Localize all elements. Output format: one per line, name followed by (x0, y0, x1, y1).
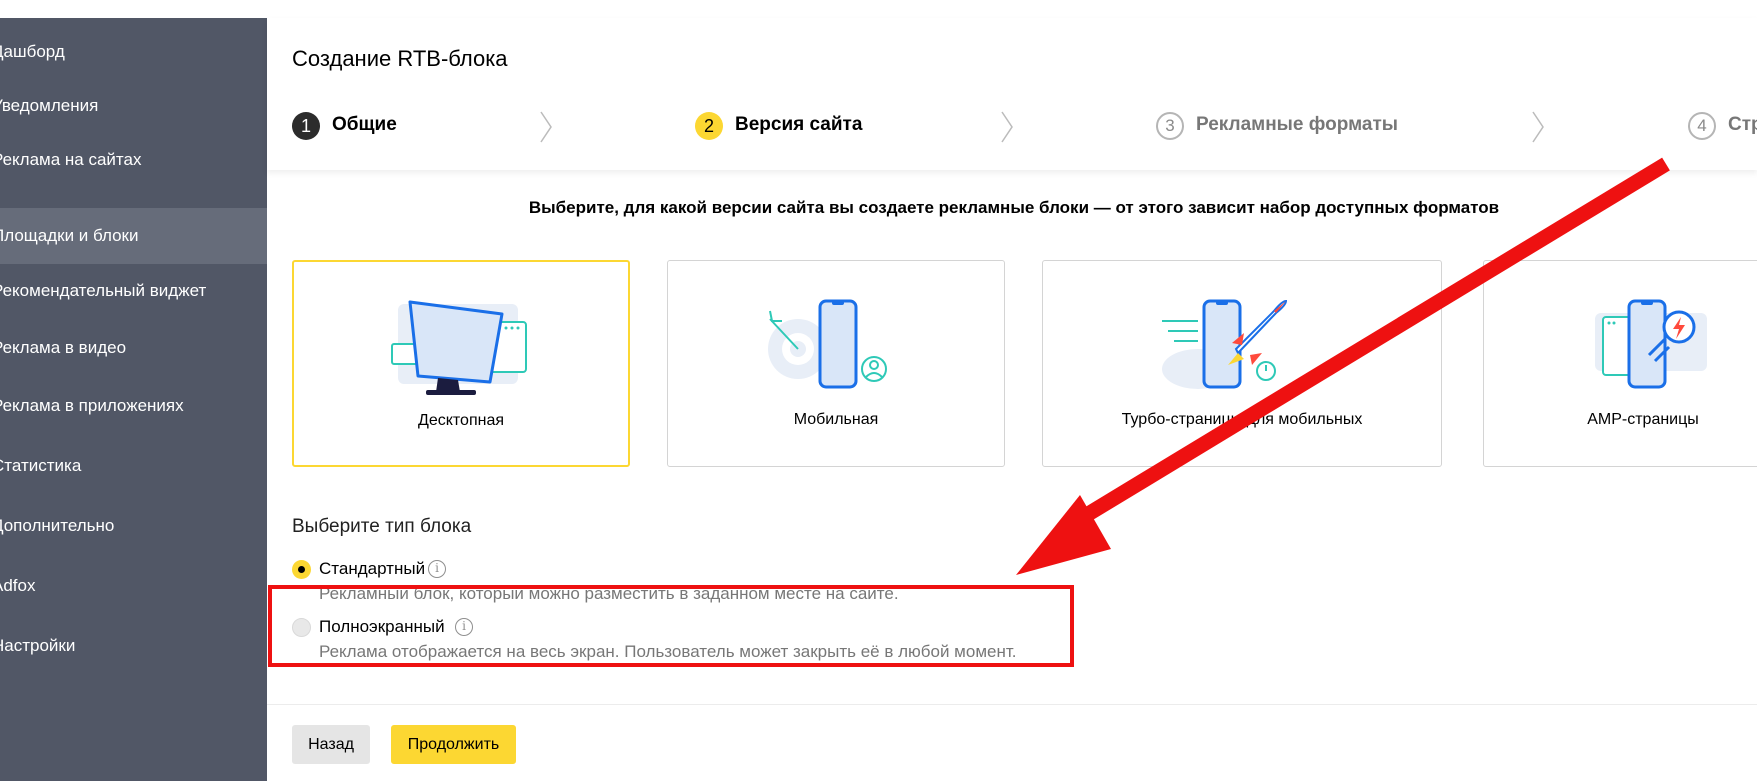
sidebar-item-video-ads[interactable]: Реклама в видео (0, 320, 267, 376)
radio-label: Полноэкранный (319, 617, 445, 636)
card-label: Мобильная (793, 411, 879, 428)
card-label: Десктопная (417, 412, 505, 429)
sidebar-item-label: Площадки и блоки (0, 226, 139, 245)
chevron-right-icon (1001, 111, 1013, 143)
card-label: AMP-страницы (1587, 411, 1699, 428)
sidebar-item-label: Уведомления (0, 96, 99, 115)
radio-button[interactable] (292, 560, 311, 579)
info-icon[interactable]: i (455, 618, 473, 636)
turbo-rocket-icon (1162, 299, 1288, 389)
back-button[interactable]: Назад (292, 725, 370, 764)
sidebar-item-label: Реклама на сайтах (0, 150, 142, 169)
sidebar-item-app-ads[interactable]: Реклама в приложениях (0, 378, 267, 434)
card-label: Турбо-страницы для мобильных (1121, 411, 1363, 428)
sidebar: Дашборд Уведомления Реклама на сайтах Пл… (0, 18, 267, 781)
sidebar-item-label: Реклама в видео (0, 338, 127, 357)
sidebar-item-additional[interactable]: Дополнительно (0, 498, 267, 554)
sidebar-item-recommendation-widget[interactable]: Рекомендательный виджет (0, 263, 267, 319)
sidebar-item-notifications[interactable]: Уведомления (0, 78, 267, 134)
main-content: Создание RTB-блока 1 Общие 2 Версия сайт… (267, 18, 1757, 781)
block-type-title: Выберите тип блока (292, 516, 472, 537)
card-desktop[interactable]: Десктопная (292, 260, 630, 467)
continue-button[interactable]: Продолжить (391, 725, 516, 764)
sidebar-item-label: Рекомендательный виджет (0, 281, 207, 300)
chevron-right-icon (540, 111, 552, 143)
card-amp[interactable]: AMP-страницы (1483, 260, 1757, 467)
step-label: Общие (332, 114, 397, 135)
chevron-right-icon (1532, 111, 1544, 143)
radio-description: Реклама отображается на весь экран. Поль… (319, 642, 1017, 661)
sidebar-item-label: Дашборд (0, 42, 65, 61)
step-number: 3 (1156, 112, 1184, 140)
step-label: Версия сайта (735, 114, 863, 135)
sidebar-item-adfox[interactable]: Adfox (0, 558, 267, 614)
sidebar-item-site-ads[interactable]: Реклама на сайтах (0, 132, 267, 188)
desktop-monitor-icon (391, 300, 527, 395)
sidebar-item-label: Настройки (0, 636, 76, 655)
radio-button[interactable] (292, 618, 311, 637)
sidebar-item-dashboard[interactable]: Дашборд (0, 24, 267, 80)
wizard-header: Создание RTB-блока 1 Общие 2 Версия сайт… (267, 18, 1757, 170)
sidebar-item-label: Adfox (0, 576, 36, 595)
page-title: Создание RTB-блока (292, 46, 508, 71)
radio-label: Стандартный (319, 559, 426, 578)
top-bar (0, 0, 1757, 19)
sidebar-item-settings[interactable]: Настройки (0, 618, 267, 674)
sidebar-item-platforms-blocks[interactable]: Площадки и блоки (0, 208, 267, 264)
instruction-label: Выберите, для какой версии сайта вы созд… (528, 198, 1500, 217)
mobile-phone-icon (768, 299, 887, 389)
card-turbo[interactable]: Турбо-страницы для мобильных (1042, 260, 1442, 467)
footer-divider (267, 704, 1757, 705)
step-number: 1 (292, 112, 320, 140)
instruction-text: Выберите, для какой версии сайта вы созд… (267, 198, 1757, 218)
step-label: Рекламные форматы (1196, 114, 1398, 135)
radio-description: Рекламный блок, который можно разместить… (319, 584, 899, 603)
info-icon[interactable]: i (428, 560, 446, 578)
step-label: Стр (1728, 114, 1757, 135)
sidebar-item-label: Реклама в приложениях (0, 396, 184, 415)
amp-lightning-icon (1595, 299, 1707, 389)
sidebar-item-label: Статистика (0, 456, 82, 475)
card-mobile[interactable]: Мобильная (667, 260, 1005, 467)
step-number: 2 (695, 112, 723, 140)
sidebar-item-label: Дополнительно (0, 516, 115, 535)
step-number: 4 (1688, 112, 1716, 140)
sidebar-item-statistics[interactable]: Статистика (0, 438, 267, 494)
